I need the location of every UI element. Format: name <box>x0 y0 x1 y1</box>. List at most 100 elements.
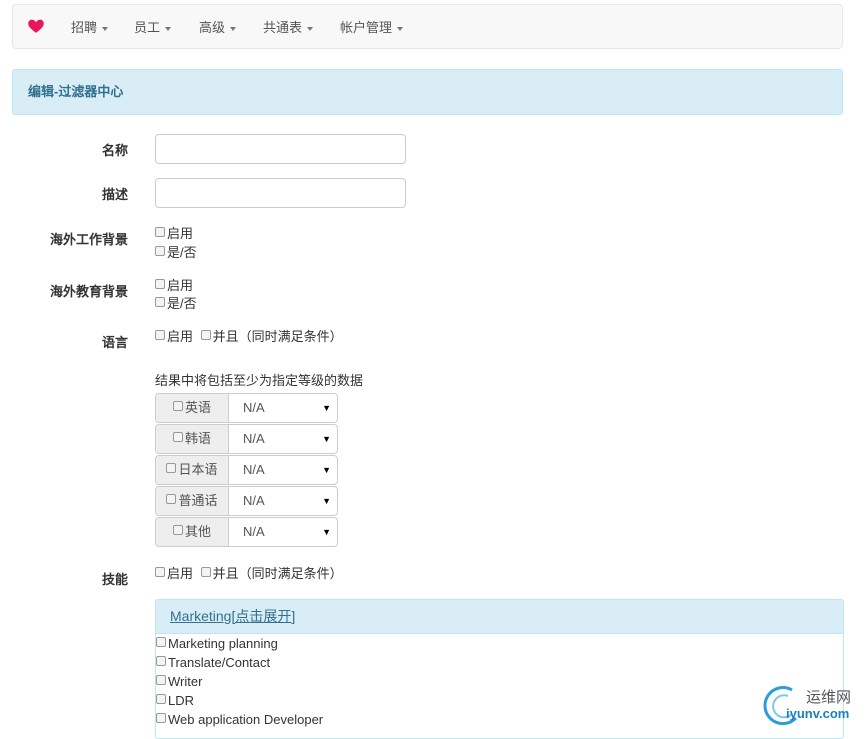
checkbox-icon <box>166 494 177 504</box>
skill-checkbox-translate-contact[interactable]: Translate/Contact <box>156 655 270 670</box>
checkbox-icon <box>172 525 183 535</box>
language-name: 韩语 <box>184 431 211 446</box>
description-label: 描述 <box>101 187 128 202</box>
checkbox-icon <box>156 675 166 685</box>
skill-checkbox-marketing-planning[interactable]: Marketing planning <box>156 636 278 651</box>
dropdown-arrow-icon: ▼ <box>322 496 331 506</box>
skills-enable-checkbox[interactable]: 启用 <box>155 566 193 581</box>
select-value: N/A <box>243 462 265 477</box>
checkbox-label: 是/否 <box>167 296 197 311</box>
name-input[interactable] <box>155 134 406 164</box>
skills-group-expand-link[interactable]: Marketing[点击展开] <box>170 600 295 633</box>
language-row-mandarin: 普通话 N/A ▼ <box>155 486 338 516</box>
nav-account-label: 帐户管理 <box>340 20 393 35</box>
nav-recruit-menu[interactable]: 招聘 <box>71 5 109 50</box>
top-navbar: 招聘 员工 高级 共通表 帐户管理 <box>12 4 843 49</box>
checkbox-label: 启用 <box>167 329 194 344</box>
select-value: N/A <box>243 431 265 446</box>
language-row-japanese: 日本语 N/A ▼ <box>155 455 338 485</box>
checkbox-icon <box>156 694 166 704</box>
language-mandarin-level-select[interactable]: N/A ▼ <box>229 487 337 515</box>
checkbox-icon <box>156 713 166 723</box>
skill-label: Translate/Contact <box>168 655 271 670</box>
overseas-work-label: 海外工作背景 <box>49 232 128 247</box>
skill-label: Writer <box>168 674 203 689</box>
skill-checkbox-ldr[interactable]: LDR <box>156 693 194 708</box>
skill-checkbox-web-app-developer[interactable]: Web application Developer <box>156 712 323 727</box>
checkbox-icon <box>172 432 183 442</box>
overseas-work-enable-checkbox[interactable]: 启用 <box>155 223 193 242</box>
skill-label: Marketing planning <box>168 636 278 651</box>
skills-options: 启用 并且（同时满足条件） <box>155 563 343 582</box>
chevron-down-icon <box>307 26 314 31</box>
language-japanese-level-select[interactable]: N/A ▼ <box>229 456 337 484</box>
language-japanese-checkbox[interactable]: 日本语 <box>156 456 229 484</box>
watermark-en-text: iyunv.com <box>786 706 850 721</box>
language-other-level-select[interactable]: N/A ▼ <box>229 518 337 546</box>
select-value: N/A <box>243 400 265 415</box>
dropdown-arrow-icon: ▼ <box>322 403 331 413</box>
checkbox-icon <box>155 567 165 577</box>
description-input[interactable] <box>155 178 406 208</box>
checkbox-label: 并且（同时满足条件） <box>212 329 343 344</box>
checkbox-icon <box>156 656 166 666</box>
checkbox-label: 启用 <box>167 566 194 581</box>
language-name: 日本语 <box>178 462 218 477</box>
language-and-checkbox[interactable]: 并且（同时满足条件） <box>200 329 343 344</box>
language-korean-level-select[interactable]: N/A ▼ <box>229 425 337 453</box>
chevron-down-icon <box>230 26 237 31</box>
nav-employee-menu[interactable]: 员工 <box>134 5 172 50</box>
checkbox-icon <box>166 463 177 473</box>
skills-group-panel: Marketing[点击展开] Marketing planning Trans… <box>155 599 844 739</box>
dropdown-arrow-icon: ▼ <box>322 434 331 444</box>
language-options: 启用 并且（同时满足条件） <box>155 326 343 345</box>
nav-common-tables-menu[interactable]: 共通表 <box>263 5 314 50</box>
language-korean-checkbox[interactable]: 韩语 <box>156 425 229 453</box>
language-row-english: 英语 N/A ▼ <box>155 393 338 423</box>
chevron-down-icon <box>397 26 404 31</box>
nav-employee-label: 员工 <box>134 20 161 35</box>
skills-group-header: Marketing[点击展开] <box>156 600 843 634</box>
language-name: 普通话 <box>178 493 218 508</box>
language-other-checkbox[interactable]: 其他 <box>156 518 229 546</box>
language-row-korean: 韩语 N/A ▼ <box>155 424 338 454</box>
language-english-level-select[interactable]: N/A ▼ <box>229 394 337 422</box>
heart-icon[interactable] <box>27 17 45 35</box>
checkbox-icon <box>200 567 211 577</box>
overseas-work-yesno-checkbox[interactable]: 是/否 <box>155 242 197 261</box>
checkbox-label: 启用 <box>167 226 194 241</box>
language-label: 语言 <box>101 335 128 350</box>
overseas-edu-yesno-checkbox[interactable]: 是/否 <box>155 293 197 312</box>
skill-label: Web application Developer <box>168 712 324 727</box>
skills-and-checkbox[interactable]: 并且（同时满足条件） <box>200 566 343 581</box>
select-value: N/A <box>243 524 265 539</box>
checkbox-label: 是/否 <box>167 245 197 260</box>
skill-checkbox-writer[interactable]: Writer <box>156 674 202 689</box>
checkbox-label: 并且（同时满足条件） <box>212 566 343 581</box>
watermark-cn-text: 运维网 <box>806 689 852 706</box>
checkbox-icon <box>155 279 165 289</box>
dropdown-arrow-icon: ▼ <box>322 465 331 475</box>
page-title: 编辑-过滤器中心 <box>28 84 124 99</box>
nav-advanced-menu[interactable]: 高级 <box>199 5 237 50</box>
nav-common-tables-label: 共通表 <box>263 20 303 35</box>
chevron-down-icon <box>102 26 109 31</box>
language-name: 英语 <box>184 400 211 415</box>
overseas-edu-enable-checkbox[interactable]: 启用 <box>155 275 193 294</box>
language-row-other: 其他 N/A ▼ <box>155 517 338 547</box>
language-name: 其他 <box>184 524 211 539</box>
checkbox-icon <box>155 297 165 307</box>
checkbox-icon <box>155 330 165 340</box>
checkbox-icon <box>200 330 211 340</box>
checkbox-icon <box>156 637 166 647</box>
checkbox-icon <box>172 401 183 411</box>
skill-label: LDR <box>168 693 195 708</box>
language-note: 结果中将包括至少为指定等级的数据 <box>155 373 364 388</box>
chevron-down-icon <box>165 26 172 31</box>
language-english-checkbox[interactable]: 英语 <box>156 394 229 422</box>
nav-recruit-label: 招聘 <box>71 20 98 35</box>
checkbox-icon <box>155 227 165 237</box>
language-mandarin-checkbox[interactable]: 普通话 <box>156 487 229 515</box>
language-enable-checkbox[interactable]: 启用 <box>155 329 193 344</box>
nav-account-menu[interactable]: 帐户管理 <box>340 5 404 50</box>
